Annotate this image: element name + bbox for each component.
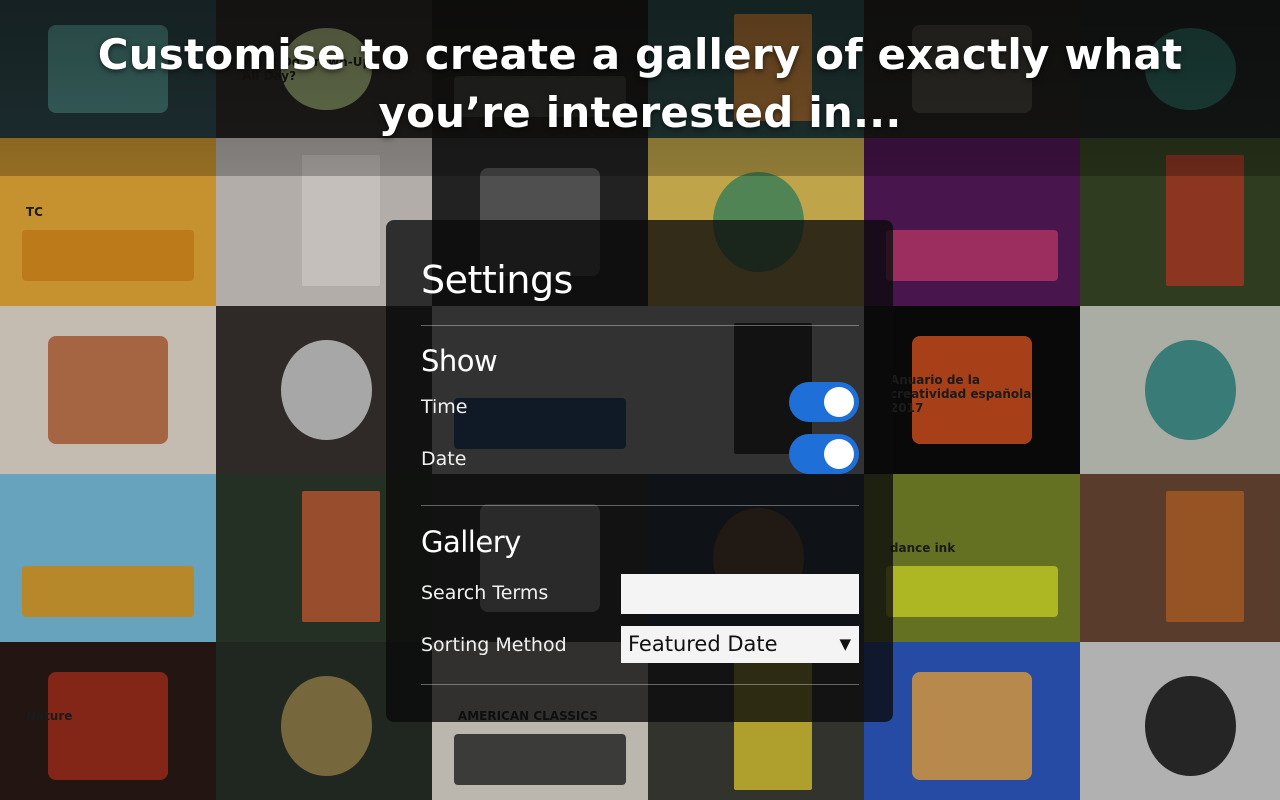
gallery-tile[interactable]	[1080, 642, 1280, 800]
new-tab-page: What Do Grown-Ups Do All Day? TC Anuario d…	[0, 0, 1280, 800]
settings-divider-top	[421, 325, 859, 326]
gallery-tile-art	[1144, 675, 1236, 777]
headline-line-2: you’re interested in...	[378, 88, 902, 137]
show-section-title: Show	[421, 344, 498, 378]
gallery-tile[interactable]: Nature	[0, 642, 216, 800]
gallery-tile[interactable]: dance ink	[864, 474, 1080, 642]
gallery-tile-art	[302, 490, 381, 622]
sorting-method-label: Sorting Method	[421, 634, 567, 656]
gallery-tile-art	[911, 672, 1033, 780]
time-toggle[interactable]	[789, 382, 859, 422]
time-toggle-knob	[824, 387, 854, 417]
sorting-method-value: Featured Date	[628, 632, 778, 656]
gallery-tile-art	[1144, 339, 1236, 441]
gallery-tile-caption: Nature	[25, 709, 73, 724]
gallery-tile[interactable]	[864, 642, 1080, 800]
gallery-tile[interactable]	[0, 306, 216, 474]
headline-line-1: Customise to create a gallery of exactly…	[97, 30, 1183, 79]
gallery-tile[interactable]	[1080, 306, 1280, 474]
gallery-tile[interactable]	[1080, 138, 1280, 306]
dropdown-arrow-icon: ▼	[839, 635, 851, 653]
settings-divider-bottom	[421, 684, 859, 685]
settings-panel: Settings Show Time Date Gallery Search T…	[386, 220, 893, 722]
gallery-tile-art	[47, 672, 169, 780]
date-toggle[interactable]	[789, 434, 859, 474]
gallery-tile-art	[453, 734, 627, 785]
gallery-tile-art	[280, 675, 372, 777]
gallery-tile-art	[21, 566, 195, 617]
settings-title: Settings	[421, 258, 573, 302]
gallery-tile-art	[1166, 490, 1245, 622]
search-terms-input[interactable]	[621, 574, 859, 614]
gallery-tile-caption: dance ink	[889, 541, 956, 556]
date-label: Date	[421, 448, 467, 470]
date-toggle-knob	[824, 439, 854, 469]
gallery-tile-art	[47, 336, 169, 444]
search-terms-label: Search Terms	[421, 582, 549, 604]
settings-divider-middle	[421, 505, 859, 506]
gallery-tile-art	[302, 154, 381, 286]
gallery-tile-art	[21, 230, 195, 281]
gallery-tile-art	[280, 339, 372, 441]
gallery-tile-caption: Anuario de la creatividad española 2017	[889, 373, 1032, 416]
gallery-tile-caption: TC	[25, 205, 43, 220]
gallery-tile[interactable]	[0, 474, 216, 642]
gallery-tile-art	[885, 230, 1059, 281]
sorting-method-select[interactable]: Featured Date ▼	[621, 626, 859, 663]
gallery-section-title: Gallery	[421, 525, 521, 559]
gallery-tile-art	[885, 566, 1059, 617]
onboarding-headline: Customise to create a gallery of exactly…	[0, 26, 1280, 142]
gallery-tile[interactable]	[864, 138, 1080, 306]
gallery-tile[interactable]: Anuario de la creatividad española 2017	[864, 306, 1080, 474]
gallery-tile[interactable]: TC	[0, 138, 216, 306]
gallery-tile[interactable]	[1080, 474, 1280, 642]
time-label: Time	[421, 396, 468, 418]
gallery-tile-art	[1166, 154, 1245, 286]
